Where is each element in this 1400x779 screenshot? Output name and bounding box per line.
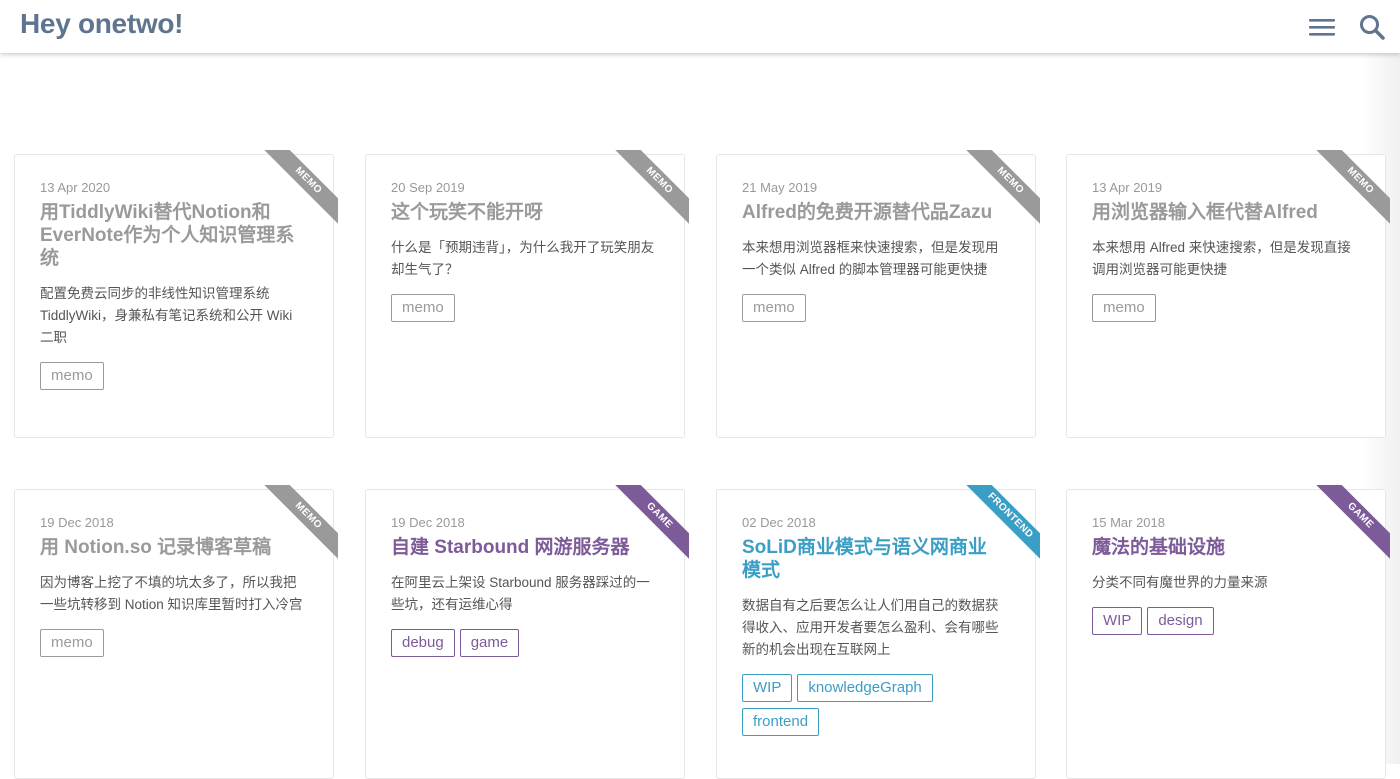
post-card[interactable]: GAME 19 Dec 2018 自建 Starbound 网游服务器 在阿里云…	[365, 485, 689, 779]
tag-list: debug game	[391, 629, 659, 668]
tag-list: WIP knowledgeGraph frontend	[742, 674, 1010, 747]
tag-button[interactable]: memo	[1092, 294, 1156, 322]
post-date: 19 Dec 2018	[40, 515, 114, 530]
post-title[interactable]: 这个玩笑不能开呀	[391, 201, 659, 224]
post-card[interactable]: MEMO 20 Sep 2019 这个玩笑不能开呀 什么是「预期违背」，为什么我…	[365, 150, 689, 438]
post-date: 20 Sep 2019	[391, 180, 465, 195]
tag-button[interactable]: game	[459, 629, 520, 657]
post-description: 因为博客上挖了不填的坑太多了，所以我把一些坑转移到 Notion 知识库里暂时打…	[40, 575, 303, 612]
post-title[interactable]: 用 Notion.so 记录博客草稿	[40, 536, 308, 559]
post-card[interactable]: MEMO 13 Apr 2019 用浏览器输入框代替Alfred 本来想用 Al…	[1066, 150, 1390, 438]
post-title[interactable]: 用TiddlyWiki替代Notion和EverNote作为个人知识管理系统	[40, 201, 308, 270]
post-date: 15 Mar 2018	[1092, 515, 1165, 530]
post-title[interactable]: SoLiD商业模式与语义网商业模式	[742, 536, 1010, 582]
post-date: 13 Apr 2019	[1092, 180, 1163, 195]
post-description: 分类不同有魔世界的力量来源	[1092, 575, 1268, 590]
tag-button[interactable]: WIP	[1092, 607, 1143, 635]
post-card[interactable]: MEMO 21 May 2019 Alfred的免费开源替代品Zazu 本来想用…	[716, 150, 1040, 438]
search-icon[interactable]	[1358, 13, 1386, 41]
post-description: 数据自有之后要怎么让人们用自己的数据获得收入、应用开发者要怎么盈利、会有哪些新的…	[742, 598, 999, 657]
post-title[interactable]: 魔法的基础设施	[1092, 536, 1360, 559]
post-title[interactable]: Alfred的免费开源替代品Zazu	[742, 201, 1010, 224]
tag-list: memo	[391, 294, 659, 333]
top-navbar: Hey onetwo!	[0, 0, 1400, 53]
post-description: 本来想用浏览器框来快速搜索，但是发现用一个类似 Alfred 的脚本管理器可能更…	[742, 240, 999, 277]
post-date: 19 Dec 2018	[391, 515, 465, 530]
tag-button[interactable]: WIP	[742, 674, 793, 702]
tag-list: memo	[1092, 294, 1360, 333]
tag-list: memo	[40, 362, 308, 401]
post-card[interactable]: FRONTEND 02 Dec 2018 SoLiD商业模式与语义网商业模式 数…	[716, 485, 1040, 779]
tag-button[interactable]: frontend	[742, 708, 820, 736]
hamburger-menu-icon[interactable]	[1308, 13, 1336, 41]
tag-button[interactable]: memo	[742, 294, 806, 322]
post-date: 02 Dec 2018	[742, 515, 816, 530]
post-date: 13 Apr 2020	[40, 180, 111, 195]
post-card[interactable]: MEMO 19 Dec 2018 用 Notion.so 记录博客草稿 因为博客…	[14, 485, 338, 779]
tag-button[interactable]: knowledgeGraph	[797, 674, 933, 702]
tag-list: WIP design	[1092, 607, 1360, 646]
post-title[interactable]: 自建 Starbound 网游服务器	[391, 536, 659, 559]
post-description: 什么是「预期违背」，为什么我开了玩笑朋友却生气了？	[391, 240, 655, 277]
post-description: 配置免费云同步的非线性知识管理系统 TiddlyWiki，身兼私有笔记系统和公开…	[40, 286, 293, 345]
post-card[interactable]: GAME 15 Mar 2018 魔法的基础设施 分类不同有魔世界的力量来源 W…	[1066, 485, 1390, 779]
tag-button[interactable]: debug	[391, 629, 455, 657]
post-description: 在阿里云上架设 Starbound 服务器踩过的一些坑，还有运维心得	[391, 575, 650, 612]
tag-button[interactable]: design	[1147, 607, 1214, 635]
tag-list: memo	[742, 294, 1010, 333]
tag-button[interactable]: memo	[391, 294, 455, 322]
tag-list: memo	[40, 629, 308, 668]
site-title[interactable]: Hey onetwo!	[20, 8, 183, 40]
post-description: 本来想用 Alfred 来快速搜索，但是发现直接调用浏览器可能更快捷	[1092, 240, 1351, 277]
tag-button[interactable]: memo	[40, 362, 104, 390]
post-title[interactable]: 用浏览器输入框代替Alfred	[1092, 201, 1360, 224]
post-date: 21 May 2019	[742, 180, 818, 195]
tag-button[interactable]: memo	[40, 629, 104, 657]
post-card[interactable]: MEMO 13 Apr 2020 用TiddlyWiki替代Notion和Eve…	[14, 150, 338, 438]
